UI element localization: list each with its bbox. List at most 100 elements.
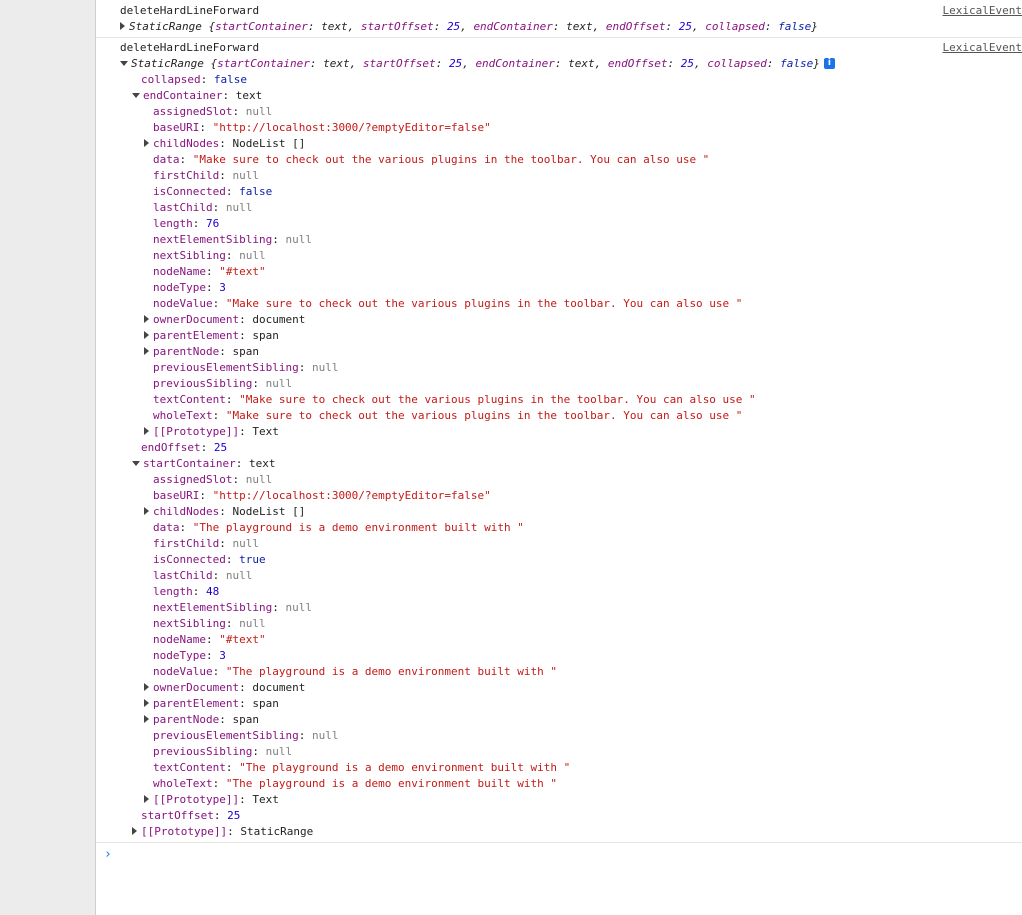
property-value: span — [232, 713, 259, 726]
expand-triangle-closed-icon[interactable] — [144, 315, 149, 323]
property-row: nextElementSibling: null — [96, 600, 1022, 616]
colon: : — [219, 345, 233, 358]
colon: : — [199, 489, 213, 502]
property-key: startContainer — [143, 457, 236, 470]
property-row: nodeName: "#text" — [96, 632, 1022, 648]
property-row: previousElementSibling: null — [96, 728, 1022, 744]
property-key: assignedSlot — [153, 105, 233, 118]
property-row[interactable]: ownerDocument: document — [96, 312, 1022, 328]
property-row: firstChild: null — [96, 536, 1022, 552]
property-row[interactable]: childNodes: NodeList [] — [96, 504, 1022, 520]
source-link[interactable]: LexicalEvent — [943, 3, 1022, 19]
expand-triangle-open-icon[interactable] — [132, 92, 140, 98]
expand-triangle-closed-icon[interactable] — [144, 795, 149, 803]
expand-triangle-closed-icon[interactable] — [144, 347, 149, 355]
property-row: nodeType: 3 — [96, 648, 1022, 664]
colon: : — [239, 793, 253, 806]
prompt-chevron-icon: › — [104, 847, 112, 862]
property-row[interactable]: parentElement: span — [96, 696, 1022, 712]
property-row[interactable]: [[Prototype]]: StaticRange — [96, 824, 1022, 840]
separator: , — [349, 57, 363, 70]
property-row[interactable]: parentNode: span — [96, 712, 1022, 728]
object-summary[interactable]: StaticRange {startContainer: text, start… — [96, 19, 1022, 35]
console-message: deleteHardLineForward LexicalEvent StaticR… — [96, 0, 1022, 38]
property-value: "http://localhost:3000/?emptyEditor=fals… — [212, 489, 491, 502]
property-key: nextSibling — [153, 249, 226, 262]
separator: , — [347, 20, 361, 33]
console-prompt[interactable]: › — [96, 845, 1022, 865]
colon: : — [192, 585, 206, 598]
expand-triangle-closed-icon[interactable] — [120, 22, 125, 30]
property-value: text — [235, 89, 263, 102]
property-row: previousSibling: null — [96, 744, 1022, 760]
property-value: null — [232, 169, 259, 182]
expand-triangle-closed-icon[interactable] — [144, 331, 149, 339]
expand-triangle-open-icon[interactable] — [132, 460, 140, 466]
property-value: null — [239, 249, 266, 262]
property-row: assignedSlot: null — [96, 472, 1022, 488]
expand-triangle-closed-icon[interactable] — [144, 507, 149, 515]
object-open-brace: { — [201, 20, 216, 33]
property-key: nodeValue — [153, 297, 213, 310]
colon: : — [239, 697, 253, 710]
property-row: nextElementSibling: null — [96, 232, 1022, 248]
property-key: parentElement — [153, 329, 240, 342]
colon: : — [205, 265, 220, 278]
preview-key: endOffset — [605, 20, 666, 33]
property-key: wholeText — [153, 777, 213, 790]
property-value: "The playground is a demo environment bu… — [225, 665, 557, 678]
property-row[interactable]: childNodes: NodeList [] — [96, 136, 1022, 152]
colon: : — [667, 57, 681, 70]
property-key: startOffset — [141, 809, 214, 822]
property-value: span — [232, 345, 259, 358]
colon: : — [307, 20, 322, 33]
preview-key: startOffset — [360, 20, 434, 33]
property-row: wholeText: "Make sure to check out the v… — [96, 408, 1022, 424]
property-row: collapsed: false — [96, 72, 1022, 88]
property-row[interactable]: [[Prototype]]: Text — [96, 792, 1022, 808]
expand-triangle-closed-icon[interactable] — [132, 827, 137, 835]
colon: : — [213, 809, 228, 822]
object-summary[interactable]: StaticRange {startContainer: text, start… — [96, 56, 1022, 72]
message-header: deleteHardLineForward LexicalEvent — [96, 3, 1022, 19]
property-value: "http://localhost:3000/?emptyEditor=fals… — [212, 121, 491, 134]
property-row: endOffset: 25 — [96, 440, 1022, 456]
preview-value: 25 — [446, 20, 461, 33]
expand-triangle-closed-icon[interactable] — [144, 427, 149, 435]
property-row: length: 48 — [96, 584, 1022, 600]
property-value: "Make sure to check out the various plug… — [192, 153, 710, 166]
object-close-brace: } — [813, 57, 820, 70]
property-value: NodeList [] — [232, 137, 306, 150]
property-value: document — [252, 681, 306, 694]
property-row: nodeValue: "Make sure to check out the v… — [96, 296, 1022, 312]
property-row: previousElementSibling: null — [96, 360, 1022, 376]
object-close-brace: } — [811, 20, 818, 33]
expand-triangle-closed-icon[interactable] — [144, 715, 149, 723]
expand-triangle-open-icon[interactable] — [120, 60, 128, 66]
property-row[interactable]: parentElement: span — [96, 328, 1022, 344]
expand-triangle-closed-icon[interactable] — [144, 683, 149, 691]
property-value: Text — [252, 425, 279, 438]
property-row[interactable]: [[Prototype]]: Text — [96, 424, 1022, 440]
property-value: "The playground is a demo environment bu… — [225, 777, 557, 790]
property-value: NodeList [] — [232, 505, 306, 518]
property-value: 76 — [206, 217, 220, 230]
info-icon[interactable]: i — [823, 57, 835, 69]
property-key: parentNode — [153, 713, 220, 726]
console-panel: deleteHardLineForward LexicalEvent StaticR… — [96, 0, 1022, 915]
property-value: false — [239, 185, 273, 198]
property-key: [[Prototype]] — [141, 825, 228, 838]
source-link[interactable]: LexicalEvent — [943, 40, 1022, 56]
expand-triangle-closed-icon[interactable] — [144, 139, 149, 147]
property-row[interactable]: endContainer: text — [96, 88, 1022, 104]
colon: : — [552, 20, 567, 33]
property-key: parentNode — [153, 345, 220, 358]
property-row[interactable]: ownerDocument: document — [96, 680, 1022, 696]
property-value: null — [285, 601, 312, 614]
property-row: data: "Make sure to check out the variou… — [96, 152, 1022, 168]
expand-triangle-closed-icon[interactable] — [144, 699, 149, 707]
property-row[interactable]: startContainer: text — [96, 456, 1022, 472]
property-value: null — [232, 537, 259, 550]
property-row[interactable]: parentNode: span — [96, 344, 1022, 360]
colon: : — [212, 297, 226, 310]
